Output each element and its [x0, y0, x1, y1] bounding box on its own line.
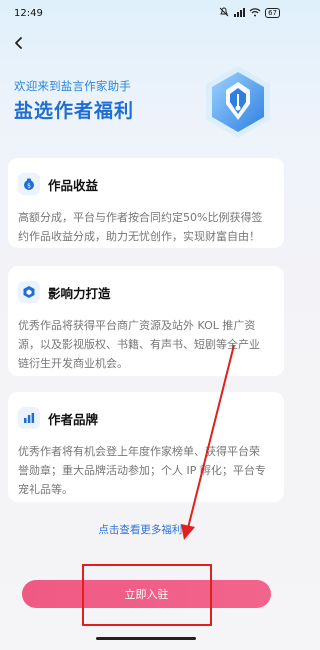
hexagon-badge-icon: [18, 281, 40, 303]
hero-title: 盐选作者福利: [14, 100, 135, 122]
card-body: 优秀作者将有机会登上年度作家榜单、获得平台荣誉勋章；重大品牌活动参加；个人 IP…: [18, 445, 266, 496]
more-link-label: 点击查看更多福利: [98, 524, 183, 536]
money-bag-icon: $: [18, 173, 40, 195]
pen-nib-hexagon-icon: [196, 60, 280, 144]
status-time: 12:49: [14, 7, 43, 19]
join-now-label: 立即入驻: [124, 588, 169, 601]
hero-subtitle: 欢迎来到盐言作家助手: [14, 79, 131, 93]
back-button[interactable]: [8, 32, 30, 54]
benefit-card-influence: 影响力打造 优秀作品将获得平台商广资源及站外 KOL 推广资源，以及影视版权、书…: [8, 266, 284, 376]
benefit-card-brand: 作者品牌 优秀作者将有机会登上年度作家榜单、获得平台荣誉勋章；重大品牌活动参加；…: [8, 392, 284, 502]
bar-chart-icon: [18, 407, 40, 429]
chevron-left-icon: [15, 37, 22, 49]
signal-icon: [233, 7, 246, 20]
card-title: 作品收益: [48, 177, 99, 193]
battery-indicator: 67: [265, 8, 280, 18]
svg-text:$: $: [27, 183, 31, 190]
join-now-button[interactable]: 立即入驻: [22, 580, 271, 608]
status-bar: 12:49 67: [0, 0, 292, 26]
status-icons: 67: [219, 7, 280, 20]
more-benefits-link[interactable]: 点击查看更多福利: [0, 522, 292, 537]
home-indicator: [96, 637, 196, 640]
mute-icon: [219, 7, 229, 20]
card-body: 优秀作品将获得平台商广资源及站外 KOL 推广资源，以及影视版权、书籍、有声书、…: [18, 319, 260, 370]
card-title: 作者品牌: [48, 411, 99, 427]
chevron-right-icon: [187, 525, 193, 534]
card-body: 高额分成，平台与作者按合同约定50%比例获得签约作品收益分成，助力无忧创作，实现…: [18, 211, 263, 243]
benefit-card-income: $ 作品收益 高额分成，平台与作者按合同约定50%比例获得签约作品收益分成，助力…: [8, 158, 284, 248]
card-title: 影响力打造: [48, 285, 111, 301]
wifi-icon: [249, 7, 261, 20]
